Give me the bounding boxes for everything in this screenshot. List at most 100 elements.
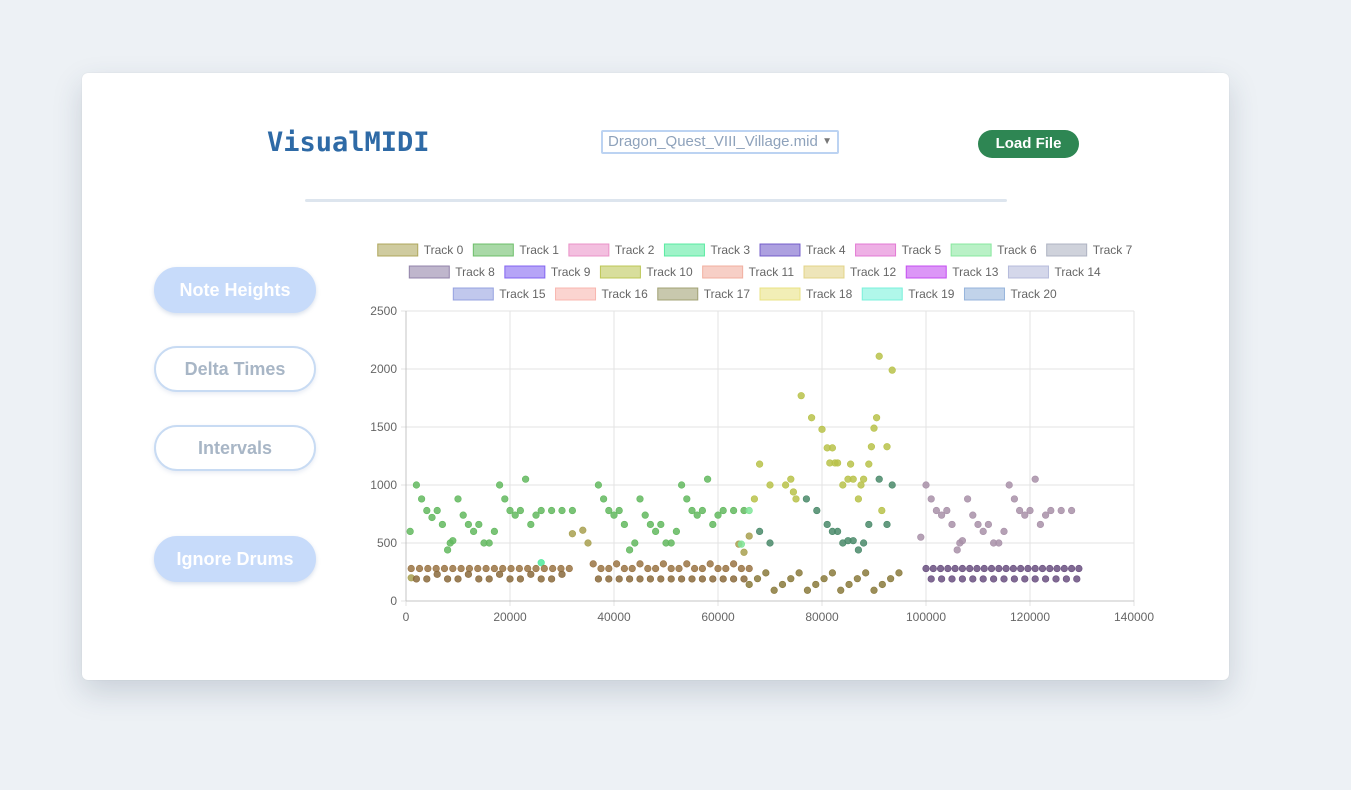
data-point — [766, 539, 774, 547]
data-point — [828, 444, 837, 452]
data-point — [470, 527, 478, 536]
data-point — [644, 564, 652, 573]
legend-swatch — [803, 265, 845, 279]
data-point — [875, 475, 883, 483]
legend-label: Track 9 — [551, 265, 591, 279]
data-point — [932, 506, 941, 515]
data-point — [485, 575, 493, 583]
data-point — [454, 575, 462, 583]
y-tick-label: 2500 — [370, 304, 397, 318]
data-point — [753, 575, 762, 583]
data-point — [995, 564, 1003, 573]
data-point — [862, 569, 870, 577]
data-point — [1062, 575, 1070, 583]
data-point — [646, 520, 655, 529]
data-point — [1067, 506, 1076, 515]
data-point — [625, 575, 634, 583]
data-point — [854, 546, 863, 554]
data-point — [1024, 564, 1032, 573]
legend-swatch — [861, 287, 903, 301]
data-point — [709, 520, 717, 529]
y-tick-label: 1000 — [370, 478, 397, 492]
data-point — [628, 564, 636, 573]
legend-swatch — [702, 265, 744, 279]
data-point — [1047, 506, 1055, 515]
data-point — [740, 548, 748, 556]
data-point — [688, 575, 696, 583]
note-heights-chart: 0 20000 40000 60000 80000 100000 120000 140000 0… — [370, 243, 1154, 624]
data-point — [729, 560, 738, 568]
data-point — [444, 575, 452, 583]
data-point — [1060, 564, 1068, 573]
data-point — [958, 564, 967, 573]
data-point — [745, 564, 753, 573]
data-point — [1031, 575, 1039, 583]
data-point — [1041, 511, 1050, 519]
data-point — [927, 495, 935, 503]
data-point — [532, 564, 540, 573]
data-point — [620, 564, 629, 573]
x-tick-label: 60000 — [701, 610, 735, 624]
legend-swatch — [377, 243, 419, 257]
data-point — [750, 495, 759, 503]
data-point — [895, 569, 903, 577]
data-point — [846, 460, 855, 468]
data-point — [579, 526, 587, 534]
data-point — [433, 506, 441, 515]
data-point — [953, 546, 961, 554]
x-tick-label: 120000 — [1010, 610, 1050, 624]
data-point — [833, 459, 842, 467]
data-point — [872, 414, 881, 422]
data-point — [865, 520, 873, 529]
data-point — [423, 506, 431, 515]
data-point — [1038, 564, 1047, 573]
legend-swatch — [599, 265, 641, 279]
data-point — [948, 575, 956, 583]
data-point — [1031, 475, 1039, 483]
data-point — [432, 564, 440, 573]
data-point — [636, 560, 644, 568]
data-point — [412, 575, 421, 583]
data-point — [714, 511, 722, 519]
data-point — [1000, 575, 1008, 583]
data-point — [870, 586, 878, 594]
x-tick-label: 140000 — [1114, 610, 1154, 624]
data-point — [755, 460, 764, 468]
data-point — [557, 564, 565, 573]
data-point — [506, 506, 514, 515]
data-point — [709, 575, 717, 583]
data-point — [516, 506, 525, 515]
data-point — [854, 495, 863, 503]
data-point — [683, 560, 691, 568]
data-point — [599, 495, 608, 503]
data-point — [887, 575, 895, 583]
data-point — [944, 564, 952, 573]
legend-label: Track 17 — [704, 287, 751, 301]
legend-swatch — [963, 287, 1005, 301]
data-point — [589, 560, 597, 568]
data-point — [698, 506, 707, 515]
data-point — [449, 537, 457, 545]
data-point — [558, 506, 566, 515]
data-point — [714, 564, 722, 573]
data-point — [440, 564, 449, 573]
data-point — [605, 564, 613, 573]
data-point — [979, 575, 987, 583]
data-point — [506, 575, 514, 583]
data-point — [698, 575, 707, 583]
data-point — [974, 520, 982, 529]
x-tick-label: 100000 — [906, 610, 946, 624]
data-point — [969, 575, 977, 583]
data-point — [963, 495, 972, 503]
data-point — [878, 580, 886, 589]
y-tick-label: 500 — [377, 536, 397, 550]
legend-swatch — [452, 287, 494, 301]
data-point — [615, 506, 623, 515]
data-point — [612, 560, 621, 568]
data-point — [737, 540, 746, 548]
data-point — [496, 570, 504, 578]
data-point — [917, 533, 925, 541]
data-point — [672, 527, 681, 536]
data-point — [849, 537, 857, 545]
legend-label: Track 19 — [908, 287, 955, 301]
